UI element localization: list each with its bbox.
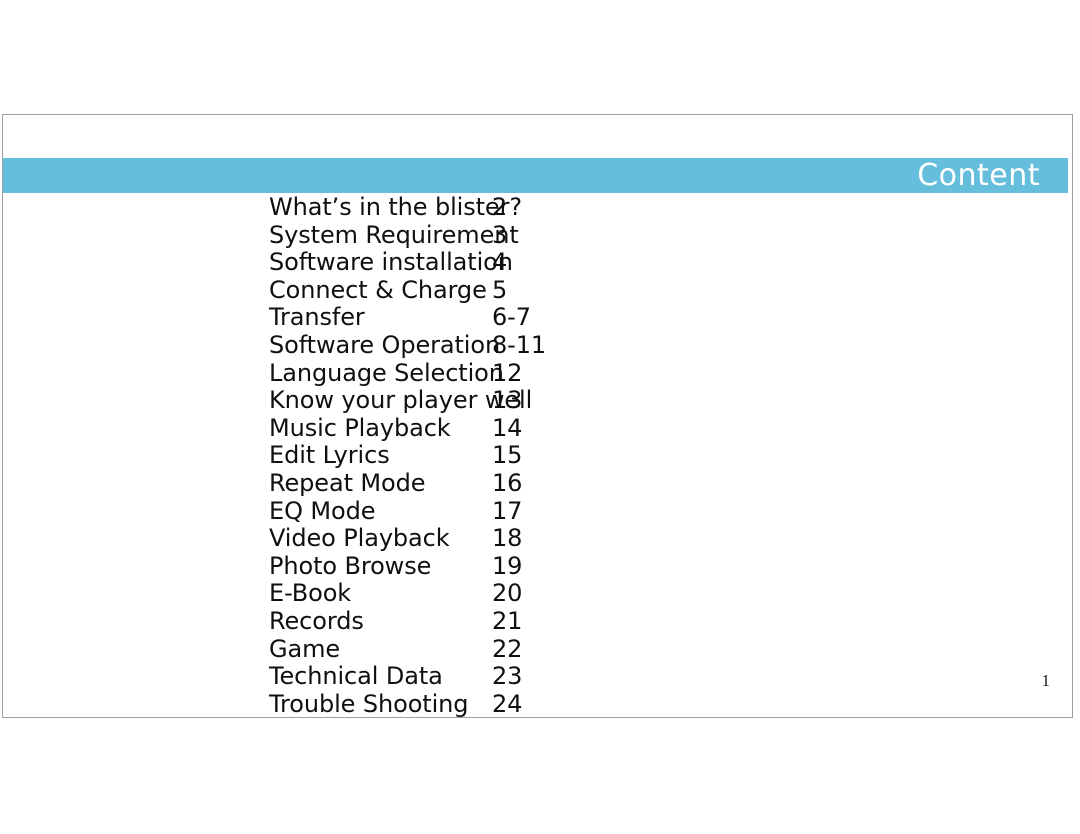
toc-entry[interactable]: Know your player well 13 (269, 387, 909, 415)
toc-entry-page: 14 (492, 413, 523, 442)
toc-entry-page: 4 (492, 248, 508, 277)
toc-entry-page: 20 (492, 579, 523, 608)
content-title-band: Content (3, 158, 1068, 193)
toc-entry[interactable]: EQ Mode 17 (269, 496, 909, 526)
toc-entry[interactable]: Trouble Shooting 24 (269, 689, 909, 718)
toc-entry[interactable]: What’s in the blister? 2 (269, 193, 909, 222)
toc-entry-page: 19 (492, 551, 523, 580)
toc-entry-label: Game (269, 634, 341, 663)
toc-entry-label: Edit Lyrics (269, 441, 390, 470)
toc-entry-label: Trouble Shooting (269, 689, 469, 718)
toc-entry[interactable]: Repeat Mode 16 (269, 468, 909, 498)
toc-entry-label: What’s in the blister? (269, 193, 522, 221)
toc-entry[interactable]: Video Playback 18 (269, 525, 909, 553)
toc-entry-label: Video Playback (269, 524, 450, 553)
toc-entry-page: 2 (492, 193, 508, 221)
toc-entry-label: E-Book (269, 579, 352, 608)
toc-entry[interactable]: Edit Lyrics 15 (269, 442, 909, 470)
toc-entry[interactable]: Language Selection 12 (269, 358, 909, 388)
toc-entry[interactable]: Connect & Charge 5 (269, 275, 909, 305)
document-page: Content What’s in the blister? 2 System Re… (2, 114, 1073, 718)
page-title: Content (917, 157, 1040, 193)
toc-entry[interactable]: Music Playback 14 (269, 413, 909, 443)
toc-entry-label: Technical Data (269, 662, 443, 691)
toc-entry[interactable]: Records 21 (269, 606, 909, 636)
toc-entry-page: 3 (492, 220, 508, 249)
toc-entry-label: Records (269, 606, 364, 635)
toc-entry[interactable]: Transfer 6-7 (269, 304, 909, 332)
toc-entry-label: Language Selection (269, 358, 504, 387)
toc-entry-page: 23 (492, 662, 523, 691)
toc-entry[interactable]: System Requirement 3 (269, 220, 909, 250)
toc-entry-label: System Requirement (269, 220, 519, 249)
toc-entry-page: 5 (492, 275, 508, 304)
toc-entry[interactable]: Technical Data 23 (269, 662, 909, 691)
toc-entry-page: 24 (492, 689, 523, 718)
toc-entry-label: Software installation (269, 248, 513, 277)
page-number: 1 (1041, 671, 1051, 690)
toc-entry-page: 18 (492, 524, 523, 553)
toc-entry-label: Photo Browse (269, 551, 432, 580)
toc-entry-label: Repeat Mode (269, 468, 426, 497)
toc-entry-label: Transfer (269, 303, 365, 332)
toc-entry[interactable]: E-Book 20 (269, 580, 909, 608)
toc-entry-page: 22 (492, 634, 523, 663)
toc-entry-label: Connect & Charge (269, 275, 487, 304)
toc-entry-page: 21 (492, 606, 523, 635)
toc-entry-label: Software Operation (269, 330, 501, 359)
toc-entry-label: EQ Mode (269, 496, 376, 525)
table-of-contents: What’s in the blister? 2 System Requiremen… (269, 193, 909, 718)
toc-entry-page: 12 (492, 358, 523, 387)
toc-entry-page: 16 (492, 468, 523, 497)
toc-entry-page: 6-7 (492, 303, 531, 332)
toc-entry-label: Know your player well (269, 386, 533, 415)
toc-entry[interactable]: Photo Browse 19 (269, 551, 909, 581)
toc-entry-page: 17 (492, 496, 523, 525)
toc-entry-page: 15 (492, 441, 523, 470)
toc-entry[interactable]: Software installation 4 (269, 249, 909, 277)
toc-entry-label: Music Playback (269, 413, 451, 442)
toc-entry[interactable]: Game 22 (269, 634, 909, 664)
toc-entry-page: 13 (492, 386, 523, 415)
toc-entry-page: 8-11 (492, 330, 547, 359)
toc-entry[interactable]: Software Operation 8-11 (269, 330, 909, 360)
